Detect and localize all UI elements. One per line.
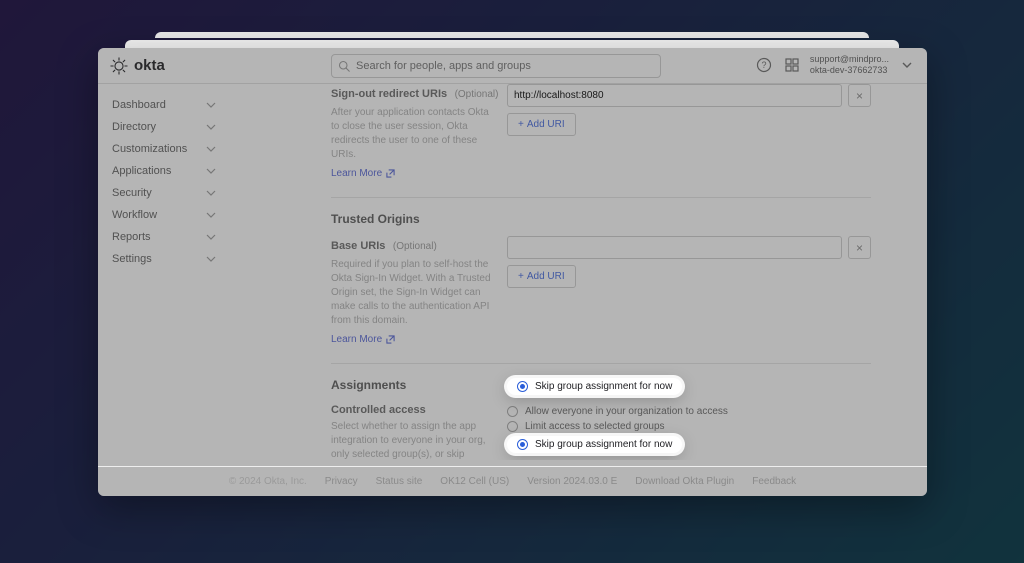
trusted-origins-title: Trusted Origins: [331, 212, 871, 226]
radio-icon: [517, 381, 528, 392]
sidebar-item-label: Customizations: [112, 143, 187, 155]
svg-text:?: ?: [761, 60, 766, 70]
external-link-icon: [386, 169, 395, 178]
radio-skip-assignment[interactable]: Skip group assignment for now: [517, 439, 672, 450]
footer-copyright: © 2024 Okta, Inc.: [229, 476, 307, 487]
sidebar-item-settings[interactable]: Settings: [98, 248, 228, 270]
radio-limit-groups[interactable]: Limit access to selected groups: [507, 419, 871, 434]
sidebar-item-security[interactable]: Security: [98, 182, 228, 204]
chevron-down-icon: [206, 100, 216, 110]
footer-link-download[interactable]: Download Okta Plugin: [635, 476, 734, 487]
sidebar-item-label: Directory: [112, 121, 156, 133]
sidebar-item-label: Settings: [112, 253, 152, 265]
okta-logo-icon: [110, 57, 128, 75]
add-uri-label: Add URI: [527, 119, 565, 130]
radio-icon: [507, 406, 518, 417]
user-email: support@mindpro...: [810, 54, 889, 65]
chevron-down-icon: [206, 232, 216, 242]
sidebar-item-reports[interactable]: Reports: [98, 226, 228, 248]
divider: [331, 363, 871, 364]
chevron-down-icon: [206, 166, 216, 176]
apps-grid-icon[interactable]: [782, 55, 802, 75]
remove-base-uri-button[interactable]: ×: [848, 236, 871, 259]
help-icon[interactable]: ?: [754, 55, 774, 75]
radio-label: Allow everyone in your organization to a…: [525, 406, 728, 417]
radio-label: Limit access to selected groups: [525, 421, 665, 432]
signout-label: Sign-out redirect URIs: [331, 88, 447, 100]
radio-skip-assignment-spotlight[interactable]: Skip group assignment for now: [517, 381, 672, 392]
radio-label: Skip group assignment for now: [535, 381, 672, 392]
sidebar-item-label: Applications: [112, 165, 171, 177]
user-menu[interactable]: support@mindpro... okta-dev-37662733: [810, 54, 889, 76]
footer-link-feedback[interactable]: Feedback: [752, 476, 796, 487]
add-signout-uri-button[interactable]: + Add URI: [507, 113, 576, 136]
sidebar-item-label: Dashboard: [112, 99, 166, 111]
divider: [331, 197, 871, 198]
plus-icon: +: [518, 119, 524, 130]
sidebar-item-label: Reports: [112, 231, 151, 243]
sidebar-item-label: Security: [112, 187, 152, 199]
topbar: okta ? support@mindpro... okta-dev-37662…: [98, 48, 927, 84]
chevron-down-icon[interactable]: [897, 55, 917, 75]
chevron-down-icon: [206, 122, 216, 132]
chevron-down-icon: [206, 188, 216, 198]
footer-link-version: Version 2024.03.0 E: [527, 476, 617, 487]
sidebar-item-applications[interactable]: Applications: [98, 160, 228, 182]
radio-icon: [517, 439, 528, 450]
add-uri-label: Add URI: [527, 271, 565, 282]
base-uris-description: Required if you plan to self-host the Ok…: [331, 258, 491, 328]
footer-link-status[interactable]: Status site: [376, 476, 423, 487]
brand-text: okta: [134, 57, 165, 74]
radio-icon: [507, 421, 518, 432]
optional-hint: (Optional): [393, 241, 437, 252]
main-content: Sign-out redirect URIs (Optional) After …: [331, 84, 871, 460]
controlled-access-description: Select whether to assign the app integra…: [331, 420, 491, 460]
brand-logo: okta: [110, 57, 165, 75]
plus-icon: +: [518, 271, 524, 282]
sidebar-item-directory[interactable]: Directory: [98, 116, 228, 138]
remove-uri-button[interactable]: ×: [848, 84, 871, 107]
sidebar-item-label: Workflow: [112, 209, 157, 221]
radio-allow-everyone[interactable]: Allow everyone in your organization to a…: [507, 404, 871, 419]
search-input[interactable]: [350, 59, 654, 73]
radio-label: Skip group assignment for now: [535, 439, 672, 450]
signout-uri-input[interactable]: [507, 84, 842, 107]
footer-link-privacy[interactable]: Privacy: [325, 476, 358, 487]
sidebar: Dashboard Directory Customizations Appli…: [98, 88, 228, 496]
footer: © 2024 Okta, Inc. Privacy Status site OK…: [98, 466, 927, 496]
footer-link-cell[interactable]: OK12 Cell (US): [440, 476, 509, 487]
learn-more-label: Learn More: [331, 168, 382, 179]
external-link-icon: [386, 335, 395, 344]
base-uri-input[interactable]: [507, 236, 842, 259]
user-tenant: okta-dev-37662733: [810, 65, 889, 76]
signout-learn-more-link[interactable]: Learn More: [331, 168, 395, 179]
optional-hint: (Optional): [455, 89, 499, 100]
chevron-down-icon: [206, 210, 216, 220]
controlled-access-label: Controlled access: [331, 404, 507, 416]
sidebar-item-workflow[interactable]: Workflow: [98, 204, 228, 226]
search-box[interactable]: [331, 54, 661, 78]
chevron-down-icon: [206, 144, 216, 154]
signout-description: After your application contacts Okta to …: [331, 106, 491, 162]
app-window: okta ? support@mindpro... okta-dev-37662…: [98, 48, 927, 496]
search-icon: [338, 60, 350, 72]
base-uris-label: Base URIs: [331, 240, 385, 252]
sidebar-item-dashboard[interactable]: Dashboard: [98, 94, 228, 116]
sidebar-item-customizations[interactable]: Customizations: [98, 138, 228, 160]
learn-more-label: Learn More: [331, 334, 382, 345]
add-base-uri-button[interactable]: + Add URI: [507, 265, 576, 288]
chevron-down-icon: [206, 254, 216, 264]
trusted-learn-more-link[interactable]: Learn More: [331, 334, 395, 345]
